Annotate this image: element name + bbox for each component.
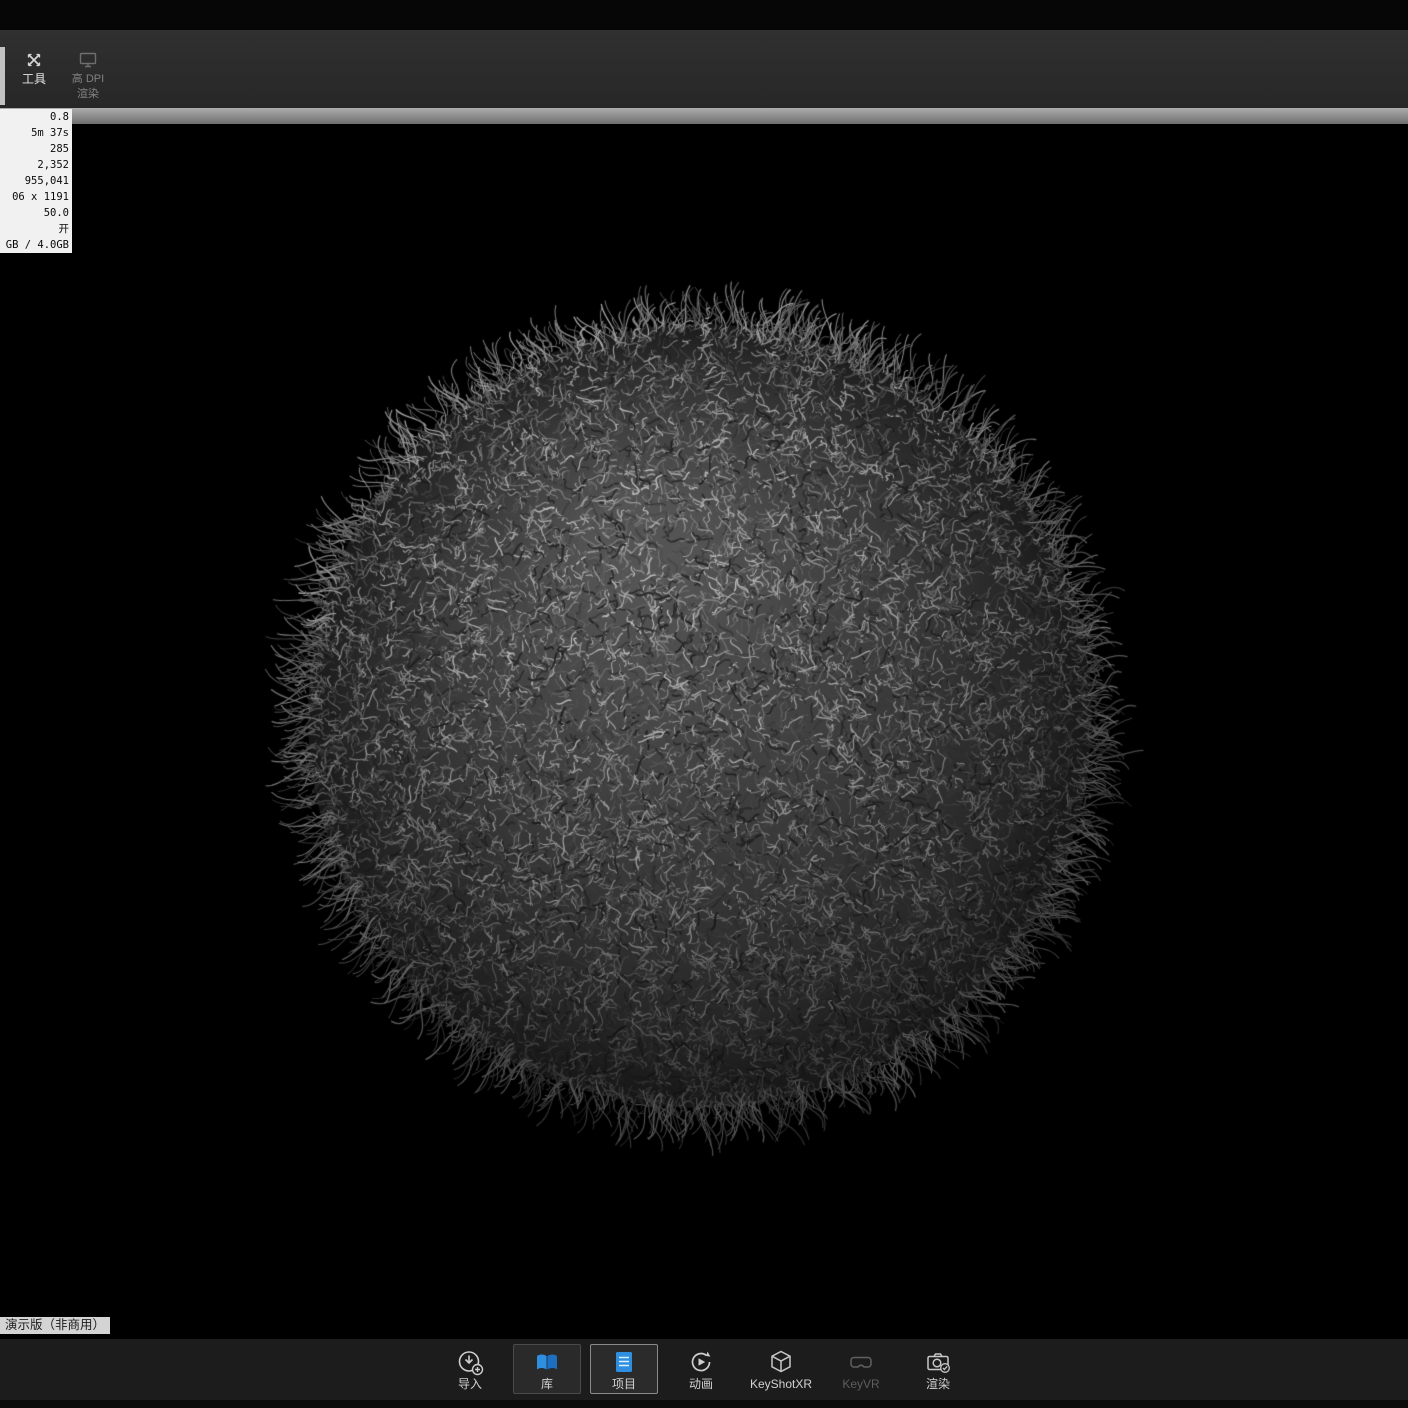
ribbon-keyvr-button[interactable]: KeyVR: [827, 1344, 895, 1394]
tools-icon: [24, 50, 44, 70]
hdpi-render-button[interactable]: 高 DPI 渲染: [60, 50, 116, 100]
tools-label: 工具: [22, 73, 46, 86]
monitor-icon: [78, 50, 98, 70]
stats-value: GB / 4.0GB: [0, 237, 72, 253]
keyshot-window: 工具 高 DPI 渲染 0.8 5m 37s 285 2,352 955,041…: [0, 0, 1408, 1408]
cutoff-panel-edge: [0, 47, 5, 105]
ribbon-label: 渲染: [926, 1378, 950, 1391]
tools-button[interactable]: 工具: [12, 50, 56, 86]
ribbon-label: 库: [541, 1378, 553, 1391]
hdpi-label-line2: 渲染: [77, 88, 99, 100]
ribbon-project-button[interactable]: 项目: [590, 1344, 658, 1394]
ribbon-label: KeyShotXR: [750, 1378, 812, 1391]
keyshotxr-icon: [767, 1348, 795, 1376]
hdpi-label-line1: 高 DPI: [72, 73, 104, 85]
ribbon-render-button[interactable]: 渲染: [904, 1344, 972, 1394]
stats-value: 2,352: [0, 157, 72, 173]
fur-sphere-render: [230, 246, 1170, 1186]
ribbon-label: 导入: [458, 1378, 482, 1391]
stats-value: 06 x 1191: [0, 189, 72, 205]
ribbon-keyshotxr-button[interactable]: KeyShotXR: [744, 1344, 818, 1394]
project-icon: [610, 1348, 638, 1376]
stats-value: 开: [0, 221, 72, 237]
ribbon-label: 项目: [612, 1378, 636, 1391]
demo-version-badge: 演示版（非商用）: [0, 1317, 110, 1334]
keyvr-icon: [847, 1348, 875, 1376]
render-icon: [924, 1348, 952, 1376]
stats-value: 0.8: [0, 109, 72, 125]
ribbon-library-button[interactable]: 库: [513, 1344, 581, 1394]
render-stats-overlay: 0.8 5m 37s 285 2,352 955,041 06 x 1191 5…: [0, 109, 72, 253]
bottom-toolbar: 导入 库 项目 动画: [0, 1338, 1408, 1400]
ribbon-import-button[interactable]: 导入: [436, 1344, 504, 1394]
top-toolbar: 工具 高 DPI 渲染: [0, 30, 1408, 109]
library-icon: [533, 1348, 561, 1376]
animation-icon: [687, 1348, 715, 1376]
ribbon-label: KeyVR: [842, 1378, 879, 1391]
stats-value: 5m 37s: [0, 125, 72, 141]
ribbon-label: 动画: [689, 1378, 713, 1391]
stats-value: 50.0: [0, 205, 72, 221]
ribbon-animation-button[interactable]: 动画: [667, 1344, 735, 1394]
window-bottom-edge: [0, 1400, 1408, 1408]
viewport-top-band: [0, 108, 1408, 125]
titlebar: [0, 0, 1408, 30]
stats-value: 285: [0, 141, 72, 157]
import-icon: [456, 1348, 484, 1376]
stats-value: 955,041: [0, 173, 72, 189]
